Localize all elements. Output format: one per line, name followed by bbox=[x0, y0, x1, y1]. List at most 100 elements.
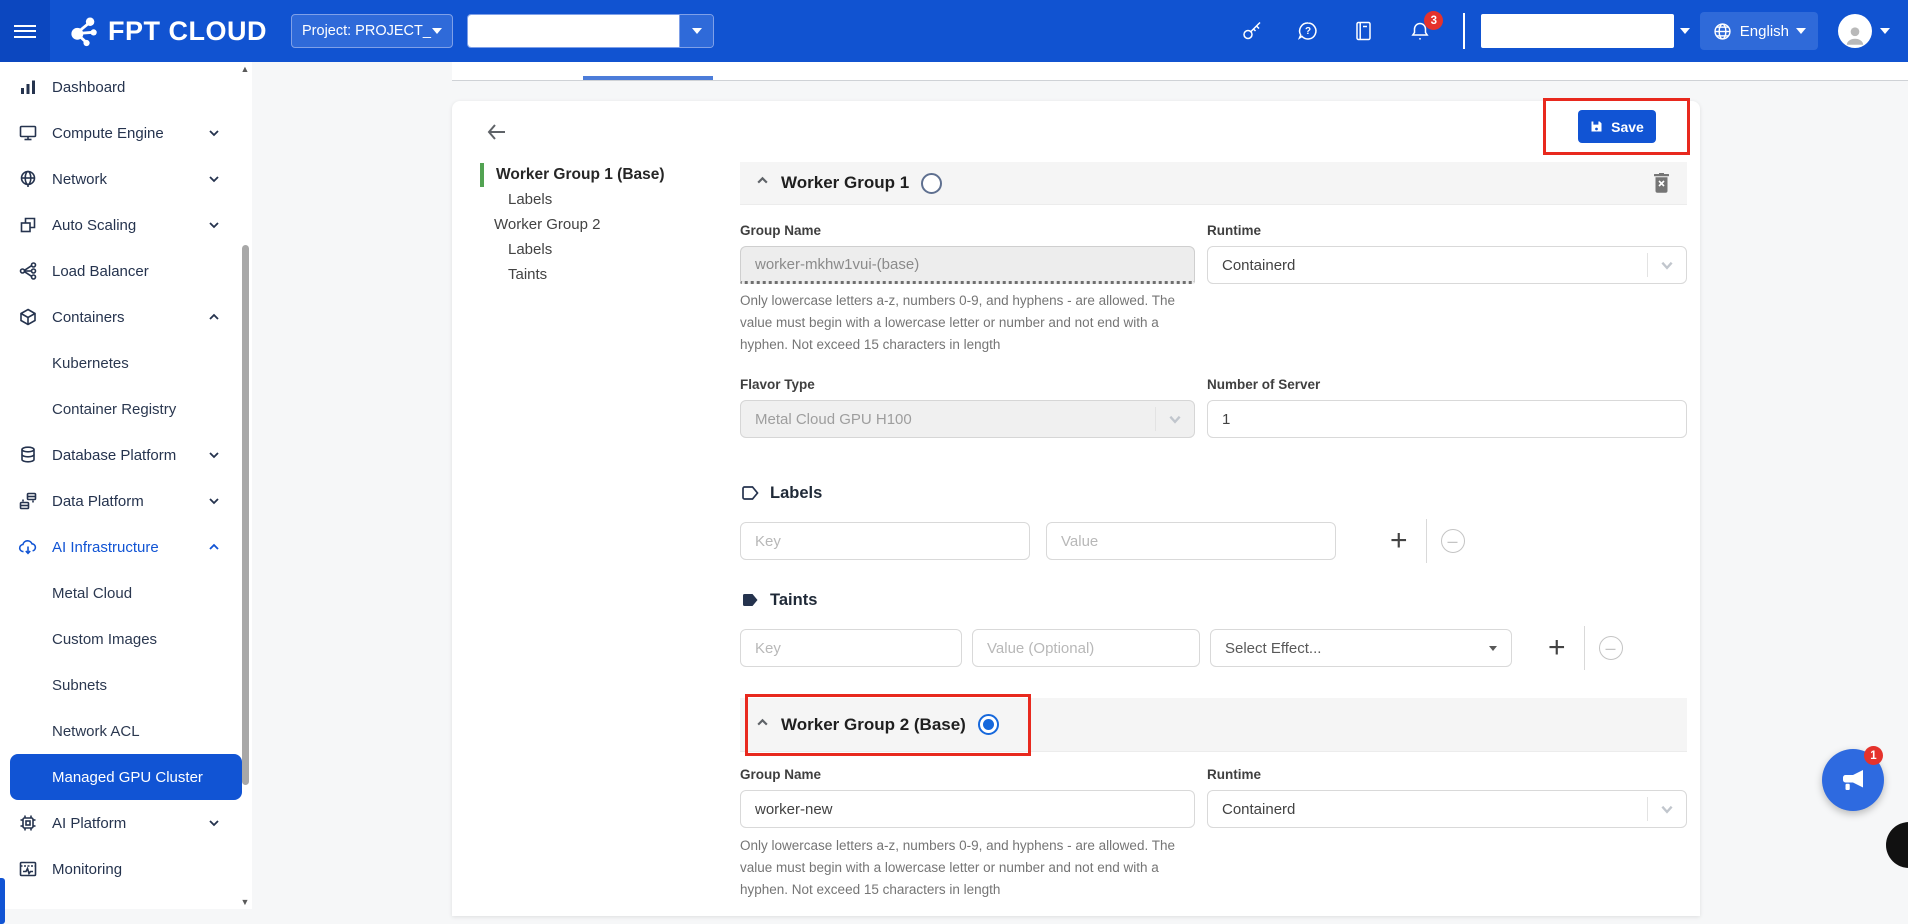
taint-effect-value: Select Effect... bbox=[1225, 640, 1489, 657]
delete-worker-group-icon[interactable] bbox=[1652, 173, 1671, 199]
user-menu[interactable] bbox=[1838, 14, 1890, 48]
api-key-icon[interactable] bbox=[1239, 18, 1265, 44]
chip-icon bbox=[18, 813, 38, 833]
flavor-type-value: Metal Cloud GPU H100 bbox=[755, 411, 1155, 428]
svg-text:?: ? bbox=[1305, 26, 1311, 37]
worker-group-2-title: Worker Group 2 (Base) bbox=[781, 715, 966, 735]
group-name-input-1[interactable] bbox=[740, 246, 1195, 284]
sidebar-item-label: AI Platform bbox=[52, 815, 126, 832]
label-value-input[interactable] bbox=[1046, 522, 1336, 560]
sidebar-item-database-platform[interactable]: Database Platform bbox=[0, 432, 252, 478]
runtime-label: Runtime bbox=[1207, 223, 1687, 238]
sidebar-item-metal-cloud[interactable]: Metal Cloud bbox=[0, 570, 252, 616]
chevron-down-icon bbox=[679, 15, 713, 47]
sidebar-item-ai-infrastructure[interactable]: AI Infrastructure bbox=[0, 524, 252, 570]
sidebar-item-label: Containers bbox=[52, 309, 125, 326]
taint-effect-select[interactable]: Select Effect... bbox=[1210, 629, 1512, 667]
sidebar-item-network[interactable]: Network bbox=[0, 156, 252, 202]
sidebar-item-ai-platform[interactable]: AI Platform bbox=[0, 800, 252, 846]
sidebar-item-label: Container Registry bbox=[52, 401, 176, 418]
notification-badge: 3 bbox=[1424, 11, 1443, 30]
runtime-select-1[interactable]: Containerd bbox=[1207, 246, 1687, 284]
add-taint-button[interactable]: + bbox=[1544, 633, 1570, 663]
number-of-server-input[interactable] bbox=[1207, 400, 1687, 438]
cloud-icon bbox=[18, 537, 38, 557]
sidebar-item-dashboard[interactable]: Dashboard bbox=[0, 64, 252, 110]
sidebar-item-subnets[interactable]: Subnets bbox=[0, 662, 252, 708]
scroll-down-arrow[interactable]: ▼ bbox=[240, 897, 250, 907]
label-tag-icon bbox=[740, 483, 760, 503]
worker-group-2-base-radio[interactable] bbox=[978, 714, 999, 735]
project-selector[interactable]: Project: PROJECT_NC... bbox=[291, 14, 453, 48]
chevron-down-icon bbox=[208, 127, 220, 139]
divider bbox=[1584, 626, 1585, 670]
sidebar-item-network-acl[interactable]: Network ACL bbox=[0, 708, 252, 754]
sidebar-item-label: Custom Images bbox=[52, 631, 157, 648]
monitor-icon bbox=[18, 123, 38, 143]
chevron-down-icon bbox=[1796, 28, 1806, 34]
scrollbar-thumb[interactable] bbox=[242, 245, 249, 785]
divider bbox=[1426, 519, 1427, 563]
chevron-down-icon bbox=[1648, 258, 1686, 272]
edge-widget-handle[interactable] bbox=[1886, 822, 1908, 868]
runtime-select-2[interactable]: Containerd bbox=[1207, 790, 1687, 828]
avatar bbox=[1838, 14, 1872, 48]
chevron-up-icon bbox=[756, 716, 769, 734]
flavor-type-select[interactable]: Metal Cloud GPU H100 bbox=[740, 400, 1195, 438]
worker-group-1-title: Worker Group 1 bbox=[781, 173, 909, 193]
label-key-input[interactable] bbox=[740, 522, 1030, 560]
chevron-down-icon bbox=[432, 28, 442, 34]
worker-group-2-header[interactable]: Worker Group 2 (Base) bbox=[740, 698, 1687, 752]
worker-groups-panel: Worker Group 1 Group Name Only lowercase… bbox=[740, 101, 1687, 916]
sidebar-item-auto-scaling[interactable]: Auto Scaling bbox=[0, 202, 252, 248]
fab-badge: 1 bbox=[1864, 746, 1883, 765]
worker-group-1-header[interactable]: Worker Group 1 bbox=[740, 162, 1687, 205]
brand-text: FPT CLOUD bbox=[108, 16, 267, 47]
outline-item-taints[interactable]: Taints bbox=[480, 262, 715, 287]
flavor-type-field: Flavor Type Metal Cloud GPU H100 bbox=[740, 377, 1195, 438]
sidebar-item-load-balancer[interactable]: Load Balancer bbox=[0, 248, 252, 294]
sidebar-item-container-registry[interactable]: Container Registry bbox=[0, 386, 252, 432]
help-support-icon[interactable]: ? bbox=[1295, 18, 1321, 44]
chevron-down-icon bbox=[1680, 28, 1690, 34]
chevron-down-icon bbox=[208, 173, 220, 185]
fpt-molecule-icon bbox=[66, 14, 100, 48]
sidebar-item-monitoring[interactable]: Monitoring bbox=[0, 846, 252, 892]
sidebar-scrollbar[interactable]: ▲ ▼ bbox=[240, 62, 250, 909]
taint-key-input[interactable] bbox=[740, 629, 962, 667]
sidebar-item-custom-images[interactable]: Custom Images bbox=[0, 616, 252, 662]
outline-item-labels-1[interactable]: Labels bbox=[480, 187, 715, 212]
remove-label-button[interactable]: – bbox=[1441, 529, 1465, 553]
outline-item-worker-group-2[interactable]: Worker Group 2 bbox=[480, 212, 715, 237]
add-label-button[interactable]: + bbox=[1386, 526, 1412, 556]
outline-item-labels-2[interactable]: Labels bbox=[480, 237, 715, 262]
region-selector[interactable] bbox=[467, 14, 714, 48]
layers-icon bbox=[18, 215, 38, 235]
outline-item-worker-group-1[interactable]: Worker Group 1 (Base) bbox=[480, 163, 715, 187]
chevron-down-icon bbox=[208, 219, 220, 231]
fpt-cloud-logo[interactable]: FPT CLOUD bbox=[66, 14, 267, 48]
sidebar-item-label: Network ACL bbox=[52, 723, 140, 740]
global-search-input[interactable] bbox=[1481, 14, 1674, 48]
sidebar-item-kubernetes[interactable]: Kubernetes bbox=[0, 340, 252, 386]
sidebar-item-containers[interactable]: Containers bbox=[0, 294, 252, 340]
database-icon bbox=[18, 445, 38, 465]
taints-heading-text: Taints bbox=[770, 591, 817, 610]
taint-value-input[interactable] bbox=[972, 629, 1200, 667]
remove-taint-button[interactable]: – bbox=[1599, 636, 1623, 660]
runtime-label: Runtime bbox=[1207, 767, 1687, 782]
documentation-book-icon[interactable] bbox=[1351, 18, 1377, 44]
group-name-input-2[interactable] bbox=[740, 790, 1195, 828]
announcements-fab-button[interactable]: 1 bbox=[1822, 749, 1884, 811]
sidebar-item-managed-gpu-cluster[interactable]: Managed GPU Cluster bbox=[10, 754, 242, 800]
back-button[interactable] bbox=[482, 117, 512, 147]
language-selector[interactable]: English bbox=[1700, 12, 1818, 50]
worker-group-1-base-radio[interactable] bbox=[921, 173, 942, 194]
sidebar-item-label: Kubernetes bbox=[52, 355, 129, 372]
scroll-up-arrow[interactable]: ▲ bbox=[240, 64, 250, 74]
notifications-bell-icon[interactable]: 3 bbox=[1407, 18, 1433, 44]
sidebar-item-compute-engine[interactable]: Compute Engine bbox=[0, 110, 252, 156]
sidebar-item-data-platform[interactable]: Data Platform bbox=[0, 478, 252, 524]
bar-chart-icon bbox=[18, 77, 38, 97]
hamburger-menu-button[interactable] bbox=[0, 0, 50, 62]
